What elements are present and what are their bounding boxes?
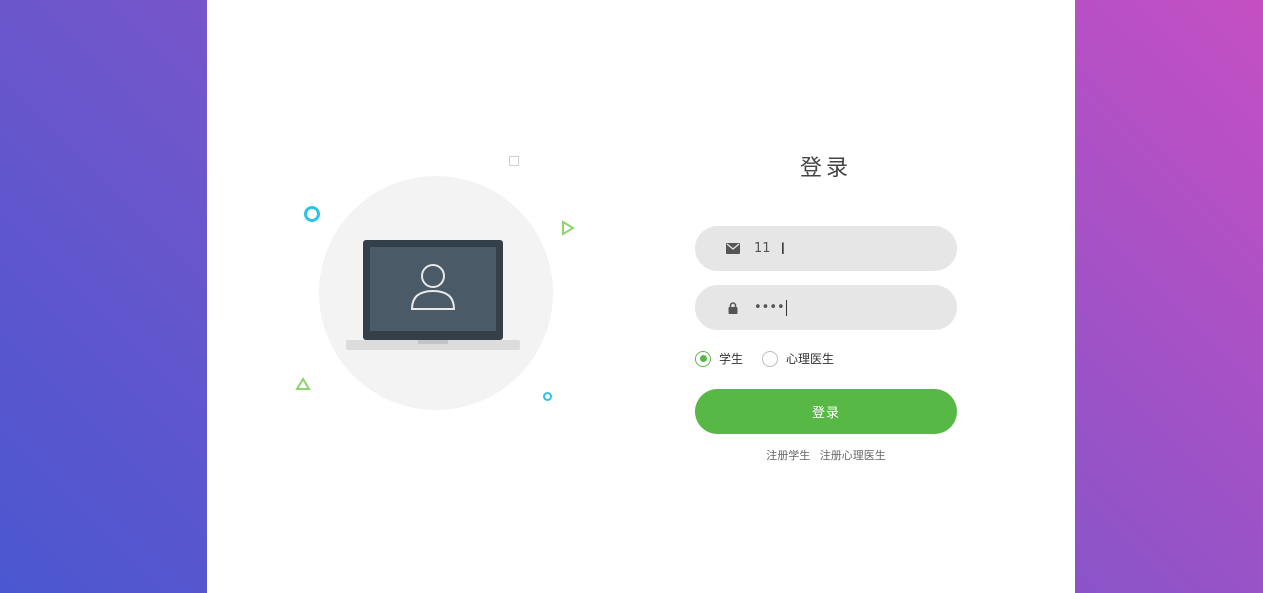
register-doctor-link[interactable]: 注册心理医生 — [820, 449, 886, 462]
decor-play-triangle-icon — [562, 220, 575, 236]
login-card: 登录 11 I •••• 学生 心理医生 登录 注册学生 注册心理医生 — [207, 0, 1075, 593]
role-label-doctor: 心理医生 — [786, 352, 835, 366]
login-button[interactable]: 登录 — [695, 389, 957, 434]
decor-small-ring-icon — [543, 392, 552, 401]
lock-icon — [725, 300, 740, 315]
register-student-link[interactable]: 注册学生 — [766, 449, 810, 462]
email-field[interactable]: 11 I — [695, 226, 957, 271]
text-caret — [785, 299, 787, 316]
password-value: •••• — [754, 300, 785, 315]
role-option-student[interactable]: 学生 — [695, 350, 743, 367]
role-option-doctor[interactable]: 心理医生 — [762, 350, 834, 367]
decor-ring-icon — [304, 206, 320, 222]
laptop-user-icon — [346, 240, 520, 350]
login-title: 登录 — [799, 156, 852, 181]
student-radio[interactable] — [695, 350, 711, 367]
decor-triangle-icon — [295, 377, 311, 390]
decor-square-icon — [509, 156, 519, 166]
doctor-radio[interactable] — [762, 350, 779, 367]
role-label-student: 学生 — [719, 352, 744, 366]
email-value: 11 — [754, 241, 771, 256]
envelope-icon — [725, 241, 740, 256]
password-field[interactable]: •••• — [695, 285, 957, 330]
register-links: 注册学生 注册心理医生 — [695, 447, 957, 463]
text-cursor-icon: I — [780, 238, 786, 258]
role-selector: 学生 心理医生 — [695, 350, 853, 367]
